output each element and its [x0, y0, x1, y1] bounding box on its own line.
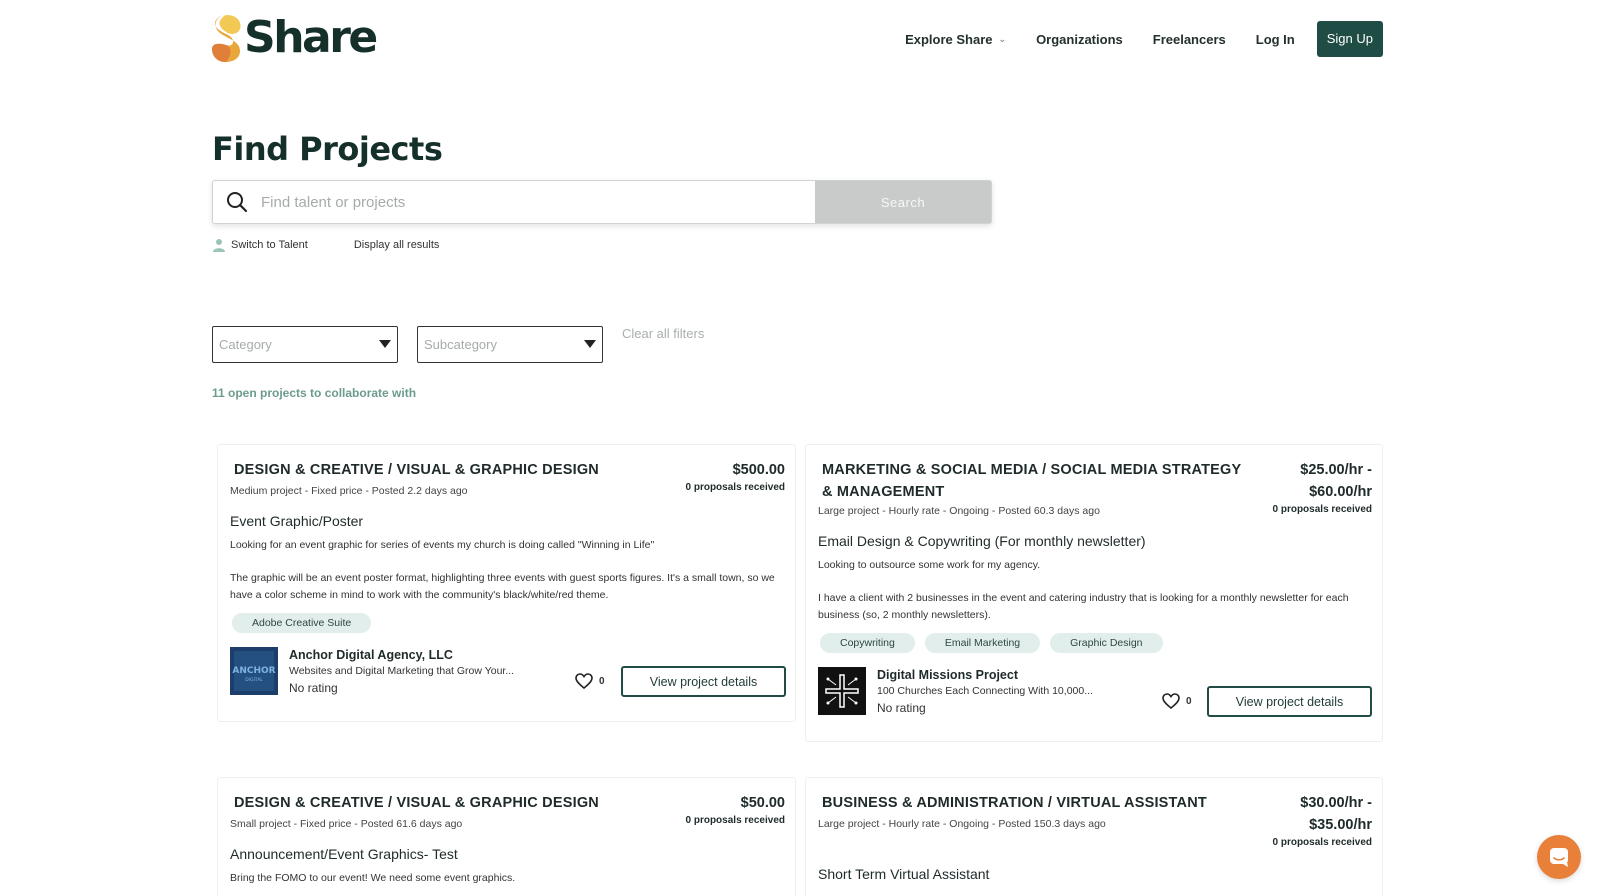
heart-icon — [1162, 693, 1180, 709]
organization-info[interactable]: Digital Missions Project 100 Churches Ea… — [818, 667, 1093, 717]
svg-text:DIGITAL: DIGITAL — [245, 677, 263, 683]
search-bar: Search — [212, 180, 992, 224]
organization-text: Digital Missions Project 100 Churches Ea… — [877, 667, 1093, 717]
chevron-down-icon: ⌄ — [998, 33, 1007, 44]
category-select[interactable]: Category — [212, 326, 398, 363]
nav-explore-label: Explore Share — [905, 31, 993, 47]
subcategory-select-label: Subcategory — [424, 337, 497, 352]
project-proposals: 0 proposals received — [685, 815, 786, 826]
project-category: DESIGN & CREATIVE / VISUAL & GRAPHIC DES… — [234, 462, 599, 478]
search-input[interactable] — [261, 181, 815, 223]
skill-tag: Graphic Design — [1050, 633, 1163, 653]
project-proposals: 0 proposals received — [1272, 837, 1373, 848]
view-project-details-button[interactable]: View project details — [621, 666, 786, 697]
project-price: $30.00/hr - $35.00/hr — [1300, 795, 1372, 833]
chat-launcher-button[interactable] — [1537, 835, 1581, 879]
project-description: Bring the FOMO to our event! We need som… — [230, 872, 516, 884]
project-category: MARKETING & SOCIAL MEDIA / SOCIAL MEDIA … — [822, 462, 1242, 500]
organization-tagline: Websites and Digital Marketing that Grow… — [289, 665, 515, 677]
organization-info[interactable]: ANCHOR DIGITAL Anchor Digital Agency, LL… — [230, 647, 514, 697]
project-proposals: 0 proposals received — [685, 482, 786, 493]
switch-to-talent-link[interactable]: Switch to Talent — [212, 238, 308, 252]
project-price: $50.00 — [740, 795, 785, 811]
user-icon — [213, 239, 225, 252]
organization-tagline: 100 Churches Each Connecting With 10,000… — [877, 685, 1093, 697]
organization-name[interactable]: Anchor Digital Agency, LLC — [289, 647, 514, 663]
project-price: $25.00/hr - $60.00/hr — [1300, 462, 1372, 500]
clear-filters-link[interactable]: Clear all filters — [622, 326, 704, 341]
like-count: 0 — [599, 675, 605, 687]
share-logo[interactable]: Share — [210, 12, 378, 64]
nav-organizations[interactable]: Organizations — [1036, 32, 1123, 47]
project-proposals: 0 proposals received — [1272, 504, 1373, 515]
skill-tags: Adobe Creative Suite — [232, 613, 381, 633]
results-count: 11 open projects to collaborate with — [212, 386, 417, 400]
skill-tag: Copywriting — [820, 633, 915, 653]
project-card: DESIGN & CREATIVE / VISUAL & GRAPHIC DES… — [217, 777, 796, 896]
site-header: Share Explore Share ⌄ Organizations Free… — [0, 0, 1600, 78]
project-title[interactable]: Announcement/Event Graphics- Test — [230, 846, 458, 862]
project-category: BUSINESS & ADMINISTRATION / VIRTUAL ASSI… — [822, 795, 1207, 811]
project-title[interactable]: Event Graphic/Poster — [230, 513, 363, 529]
nav-freelancers[interactable]: Freelancers — [1153, 32, 1226, 47]
search-icon — [213, 181, 261, 223]
caret-down-icon — [379, 340, 391, 348]
project-card: MARKETING & SOCIAL MEDIA / SOCIAL MEDIA … — [805, 444, 1383, 742]
subcategory-select[interactable]: Subcategory — [417, 326, 603, 363]
project-description-detail: I have a client with 2 businesses in the… — [818, 592, 1349, 621]
project-description-detail: The graphic will be an event poster form… — [230, 572, 775, 601]
project-title[interactable]: Short Term Virtual Assistant — [818, 866, 989, 882]
project-category: DESIGN & CREATIVE / VISUAL & GRAPHIC DES… — [234, 795, 599, 811]
category-select-label: Category — [219, 337, 272, 352]
project-meta: Small project - Fixed price - Posted 61.… — [230, 818, 463, 830]
anchor-digital-logo: ANCHOR DIGITAL — [230, 647, 278, 695]
like-count: 0 — [1186, 695, 1192, 707]
project-card: BUSINESS & ADMINISTRATION / VIRTUAL ASSI… — [805, 777, 1383, 896]
organization-text: Anchor Digital Agency, LLC Websites and … — [289, 647, 514, 697]
project-meta: Large project - Hourly rate - Ongoing - … — [818, 505, 1100, 517]
project-description: Looking for an event graphic for series … — [230, 539, 655, 551]
view-project-details-button[interactable]: View project details — [1207, 686, 1372, 717]
organization-rating: No rating — [289, 681, 338, 695]
brand-name: Share — [244, 12, 378, 63]
nav-explore-share[interactable]: Explore Share ⌄ — [905, 32, 1006, 47]
like-button[interactable]: 0 — [575, 673, 605, 689]
share-logo-icon — [212, 15, 241, 62]
organization-name[interactable]: Digital Missions Project — [877, 667, 1093, 683]
skill-tags: Copywriting Email Marketing Graphic Desi… — [820, 633, 1173, 653]
like-button[interactable]: 0 — [1162, 693, 1192, 709]
caret-down-icon — [584, 340, 596, 348]
main-nav: Explore Share ⌄ Organizations Freelancer… — [875, 21, 1383, 57]
search-button[interactable]: Search — [815, 181, 991, 223]
project-card: DESIGN & CREATIVE / VISUAL & GRAPHIC DES… — [217, 444, 796, 722]
heart-icon — [575, 673, 593, 689]
project-meta: Large project - Hourly rate - Ongoing - … — [818, 818, 1106, 830]
page-title: Find Projects — [212, 130, 443, 168]
switch-to-talent-label: Switch to Talent — [231, 239, 308, 251]
display-all-results-link[interactable]: Display all results — [354, 239, 440, 251]
project-title[interactable]: Email Design & Copywriting (For monthly … — [818, 533, 1146, 549]
signup-button[interactable]: Sign Up — [1316, 21, 1383, 57]
nav-login[interactable]: Log In — [1256, 32, 1295, 47]
project-description: Looking to outsource some work for my ag… — [818, 559, 1041, 571]
project-meta: Medium project - Fixed price - Posted 2.… — [230, 485, 468, 497]
chat-icon — [1550, 848, 1568, 867]
project-price: $500.00 — [732, 462, 785, 478]
svg-text:ANCHOR: ANCHOR — [232, 666, 275, 676]
skill-tag: Email Marketing — [924, 633, 1041, 653]
search-options: Switch to Talent Display all results — [212, 238, 439, 252]
organization-rating: No rating — [877, 701, 926, 715]
skill-tag: Adobe Creative Suite — [232, 613, 372, 633]
digital-missions-logo — [818, 667, 866, 715]
